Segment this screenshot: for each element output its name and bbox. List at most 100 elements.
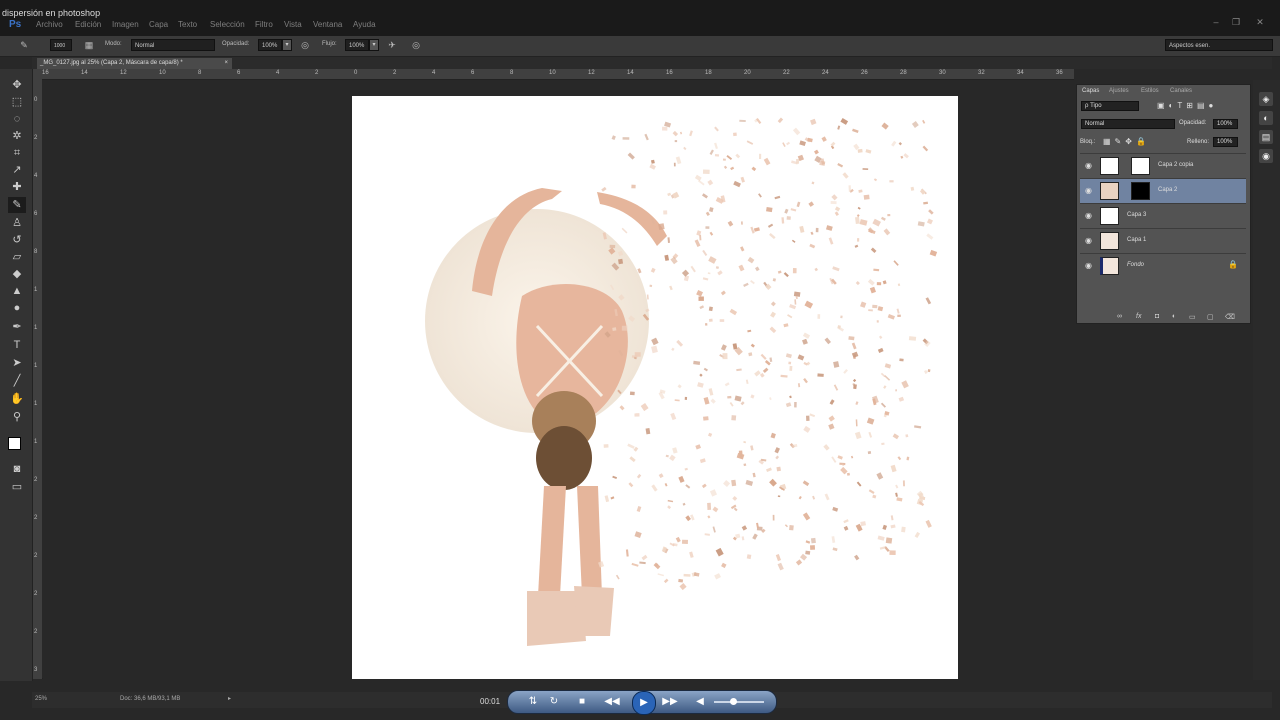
close-button[interactable]: ✕ [1254, 16, 1266, 28]
hand-tool-icon[interactable]: ✋ [8, 391, 26, 407]
layer-filter-icons[interactable]: ▣◐T⊞▤● [1157, 101, 1217, 110]
type-tool-icon[interactable]: T [8, 337, 26, 353]
layer-row[interactable]: ◉ Capa 3 [1080, 203, 1246, 228]
menu-ayuda[interactable]: Ayuda [353, 20, 376, 29]
quick-mask-icon[interactable]: ◙ [8, 461, 26, 477]
blur-tool-icon[interactable]: ▲ [8, 283, 26, 299]
airbrush-icon[interactable]: ✈ [386, 39, 398, 51]
tab-estilos[interactable]: Estilos [1141, 88, 1159, 94]
layer-name[interactable]: Capa 3 [1127, 212, 1146, 218]
menu-filtro[interactable]: Filtro [255, 20, 273, 29]
layer-row[interactable]: ◉ Capa 2 copia [1080, 153, 1246, 178]
adjustment-icon[interactable]: ◐ [1172, 313, 1176, 320]
styles-panel-icon[interactable]: ◉ [1259, 149, 1273, 163]
history-brush-tool-icon[interactable]: ↺ [8, 232, 26, 248]
dispersion-particle [734, 395, 742, 402]
tab-capas[interactable]: Capas [1082, 88, 1099, 94]
fill-input[interactable]: 100% [1213, 137, 1238, 147]
volume-slider[interactable] [714, 701, 764, 703]
shuffle-icon[interactable]: ⇅ [525, 695, 541, 709]
foreground-color-swatch[interactable] [8, 437, 21, 450]
next-icon[interactable]: ▶▶ [662, 695, 678, 709]
zoom-tool-icon[interactable]: ⚲ [8, 409, 26, 425]
tab-canales[interactable]: Canales [1170, 88, 1192, 94]
visibility-eye-icon[interactable]: ◉ [1085, 236, 1092, 245]
visibility-eye-icon[interactable]: ◉ [1085, 211, 1092, 220]
volume-icon[interactable]: ◀ [692, 695, 708, 709]
lock-icons[interactable]: ▦✎✥🔒 [1103, 137, 1150, 146]
flow-dropdown-button[interactable]: ▾ [369, 39, 379, 51]
menu-vista[interactable]: Vista [284, 20, 302, 29]
pressure-size-icon[interactable]: ◎ [410, 39, 422, 51]
visibility-eye-icon[interactable]: ◉ [1085, 161, 1092, 170]
properties-panel-icon[interactable]: ▤ [1259, 130, 1273, 144]
layer-name[interactable]: Fondo [1127, 262, 1144, 268]
link-icon[interactable]: ∞ [1117, 313, 1122, 320]
layer-name[interactable]: Capa 2 [1158, 187, 1177, 193]
volume-slider-handle[interactable] [730, 698, 737, 705]
healing-tool-icon[interactable]: ✚ [8, 179, 26, 195]
dodge-tool-icon[interactable]: ● [8, 300, 26, 316]
folder-icon[interactable]: ▭ [1189, 313, 1196, 321]
visibility-eye-icon[interactable]: ◉ [1085, 186, 1092, 195]
layer-row[interactable]: ◉ Capa 1 [1080, 228, 1246, 253]
workspace-select[interactable]: Aspectos esen. [1165, 39, 1273, 51]
menu-ventana[interactable]: Ventana [313, 20, 342, 29]
layer-row[interactable]: ◉ Fondo 🔒 [1080, 253, 1246, 278]
eyedropper-tool-icon[interactable]: ↗ [8, 162, 26, 178]
blend-mode-select[interactable]: Normal [1081, 119, 1175, 129]
layers-panel-icon[interactable]: ◈ [1259, 92, 1273, 106]
repeat-icon[interactable]: ↻ [546, 695, 562, 709]
opacity-input[interactable]: 100% [258, 39, 282, 51]
paint-bucket-tool-icon[interactable]: ◆ [8, 266, 26, 282]
visibility-eye-icon[interactable]: ◉ [1085, 261, 1092, 270]
menu-archivo[interactable]: Archivo [36, 20, 63, 29]
brush-tool-icon[interactable]: ✎ [18, 39, 30, 51]
document-canvas[interactable] [352, 96, 958, 679]
magic-wand-tool-icon[interactable]: ✲ [8, 128, 26, 144]
menu-capa[interactable]: Capa [149, 20, 168, 29]
maximize-button[interactable]: ❐ [1230, 16, 1242, 28]
document-tab-close-icon[interactable]: × [224, 58, 228, 69]
lasso-tool-icon[interactable]: ◌ [8, 111, 26, 127]
menu-texto[interactable]: Texto [178, 20, 197, 29]
menu-seleccion[interactable]: Selección [210, 20, 245, 29]
screen-mode-icon[interactable]: ▭ [8, 479, 26, 495]
trash-icon[interactable]: ⌫ [1225, 313, 1235, 321]
minimize-button[interactable]: – [1210, 16, 1222, 28]
mask-icon[interactable]: ◘ [1155, 313, 1159, 320]
brush-tool-icon[interactable]: ✎ [8, 197, 26, 213]
play-button[interactable]: ▶ [632, 691, 656, 715]
marquee-tool-icon[interactable]: ⬚ [8, 94, 26, 110]
crop-tool-icon[interactable]: ⌗ [8, 145, 26, 161]
previous-icon[interactable]: ◀◀ [604, 695, 620, 709]
dispersion-particle [906, 456, 910, 461]
adjustments-panel-icon[interactable]: ◐ [1259, 111, 1273, 125]
stop-icon[interactable]: ■ [574, 695, 590, 709]
panel-opacity-input[interactable]: 100% [1213, 119, 1238, 129]
pressure-opacity-icon[interactable]: ◎ [299, 39, 311, 51]
flow-input[interactable]: 100% [345, 39, 369, 51]
stamp-tool-icon[interactable]: ♙ [8, 215, 26, 231]
dispersion-particle [720, 344, 727, 351]
pen-tool-icon[interactable]: ✒ [8, 319, 26, 335]
menu-edicion[interactable]: Edición [75, 20, 101, 29]
brush-panel-icon[interactable]: ▦ [83, 39, 95, 51]
path-selection-tool-icon[interactable]: ➤ [8, 355, 26, 371]
mode-select[interactable]: Normal [131, 39, 215, 51]
layer-name[interactable]: Capa 2 copia [1158, 162, 1193, 168]
layer-filter-select[interactable]: ρ Tipo [1081, 101, 1139, 111]
new-layer-icon[interactable]: ▢ [1207, 313, 1214, 321]
fx-icon[interactable]: fx [1136, 313, 1141, 320]
brush-size-picker[interactable]: 1000 [50, 39, 72, 51]
menu-imagen[interactable]: Imagen [112, 20, 139, 29]
dispersion-particle [745, 479, 754, 486]
eraser-tool-icon[interactable]: ▱ [8, 249, 26, 265]
move-tool-icon[interactable]: ✥ [8, 77, 26, 93]
document-tab[interactable]: _MG_0127.jpg al 25% (Capa 2, Máscara de … [37, 58, 232, 69]
opacity-dropdown-button[interactable]: ▾ [282, 39, 292, 51]
line-tool-icon[interactable]: ╱ [8, 373, 26, 389]
layer-row-selected[interactable]: ◉ Capa 2 [1080, 178, 1246, 203]
tab-ajustes[interactable]: Ajustes [1109, 88, 1129, 94]
layer-name[interactable]: Capa 1 [1127, 237, 1146, 243]
